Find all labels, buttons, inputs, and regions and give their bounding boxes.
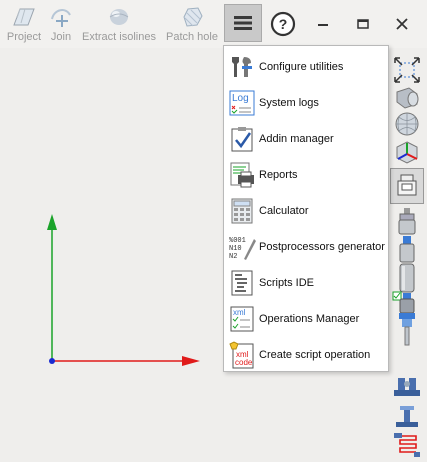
menu-item-create-script-operation[interactable]: xml code Create script operation	[224, 337, 388, 373]
menu-item-scripts-ide[interactable]: Scripts IDE	[224, 265, 388, 301]
menu-item-label: Postprocessors generator	[259, 241, 385, 253]
project-icon	[9, 4, 39, 30]
tool-assembly-button[interactable]	[390, 290, 424, 352]
calculator-icon	[228, 197, 256, 225]
menu-item-label: Scripts IDE	[259, 277, 315, 289]
main-menu-dropdown: Configure utilities Log System logs Addi…	[223, 45, 389, 372]
menu-item-configure-utilities[interactable]: Configure utilities	[224, 49, 388, 85]
x-axis-arrow	[182, 356, 200, 366]
vise-clamp-icon	[394, 378, 420, 396]
patch-hole-button[interactable]: Patch hole	[164, 4, 220, 46]
svg-text:N2: N2	[229, 253, 237, 261]
menu-item-label: Reports	[259, 169, 298, 181]
svg-text:xml: xml	[233, 308, 246, 317]
close-button[interactable]	[384, 6, 420, 42]
hamburger-menu-icon	[234, 16, 252, 30]
menu-item-postprocessors-generator[interactable]: %001 N10 N2 Postprocessors generator	[224, 229, 388, 265]
svg-text:code: code	[235, 358, 253, 367]
minimize-button[interactable]	[305, 6, 341, 42]
project-button[interactable]: Project	[4, 4, 44, 46]
origin-point	[49, 358, 55, 364]
svg-text:Log: Log	[232, 93, 249, 104]
axis-triad	[47, 214, 200, 366]
svg-text:%001: %001	[229, 237, 246, 245]
menu-item-label: Addin manager	[259, 133, 334, 145]
svg-text:N10: N10	[229, 245, 242, 253]
tool-assembly-icon	[392, 291, 415, 346]
right-toolbar	[388, 48, 427, 459]
menu-item-system-logs[interactable]: Log System logs	[224, 85, 388, 121]
extract-isolines-button[interactable]: Extract isolines	[80, 4, 158, 46]
configure-utilities-icon	[228, 53, 256, 81]
tool-holder-icon	[397, 174, 417, 196]
help-button[interactable]: ?	[265, 6, 301, 42]
join-icon	[46, 4, 76, 30]
axes-cube-button[interactable]	[390, 134, 424, 170]
svg-text:?: ?	[279, 16, 288, 32]
create-script-operation-icon: xml code	[228, 341, 256, 369]
menu-item-addin-manager[interactable]: Addin manager	[224, 121, 388, 157]
system-logs-icon: Log	[228, 89, 256, 117]
top-toolbar: Project Join Extract isolines Patch hole…	[0, 0, 427, 48]
join-label: Join	[50, 31, 72, 43]
menu-item-label: Create script operation	[259, 349, 371, 361]
restore-button[interactable]	[345, 6, 381, 42]
help-icon: ?	[270, 11, 296, 37]
extract-isolines-icon	[104, 4, 134, 30]
minimize-icon	[318, 24, 328, 26]
menu-item-label: Operations Manager	[259, 313, 360, 325]
join-button[interactable]: Join	[46, 4, 76, 46]
tool-body-icon	[399, 263, 415, 293]
extract-isolines-label: Extract isolines	[82, 31, 156, 43]
restore-icon	[357, 19, 369, 29]
postprocessors-generator-icon: %001 N10 N2	[228, 233, 256, 261]
reports-icon	[228, 161, 256, 189]
menu-item-label: Configure utilities	[259, 61, 344, 73]
tool-holder-button[interactable]	[390, 168, 424, 204]
menu-item-operations-manager[interactable]: xml Operations Manager	[224, 301, 388, 337]
addin-manager-icon	[228, 125, 256, 153]
close-icon	[396, 18, 408, 30]
menu-item-reports[interactable]: Reports	[224, 157, 388, 193]
operations-manager-icon: xml	[228, 305, 256, 333]
main-menu-button[interactable]	[224, 4, 262, 42]
scripts-ide-icon	[228, 269, 256, 297]
patch-hole-label: Patch hole	[166, 31, 218, 43]
project-label: Project	[6, 31, 42, 43]
menu-item-label: System logs	[259, 97, 319, 109]
menu-item-label: Calculator	[259, 205, 309, 217]
y-axis-arrow	[47, 214, 57, 230]
coolant-icon	[394, 433, 420, 457]
menu-item-calculator[interactable]: Calculator	[224, 193, 388, 229]
coolant-button[interactable]	[390, 426, 424, 462]
axes-cube-icon	[396, 141, 418, 164]
patch-hole-icon	[177, 4, 207, 30]
